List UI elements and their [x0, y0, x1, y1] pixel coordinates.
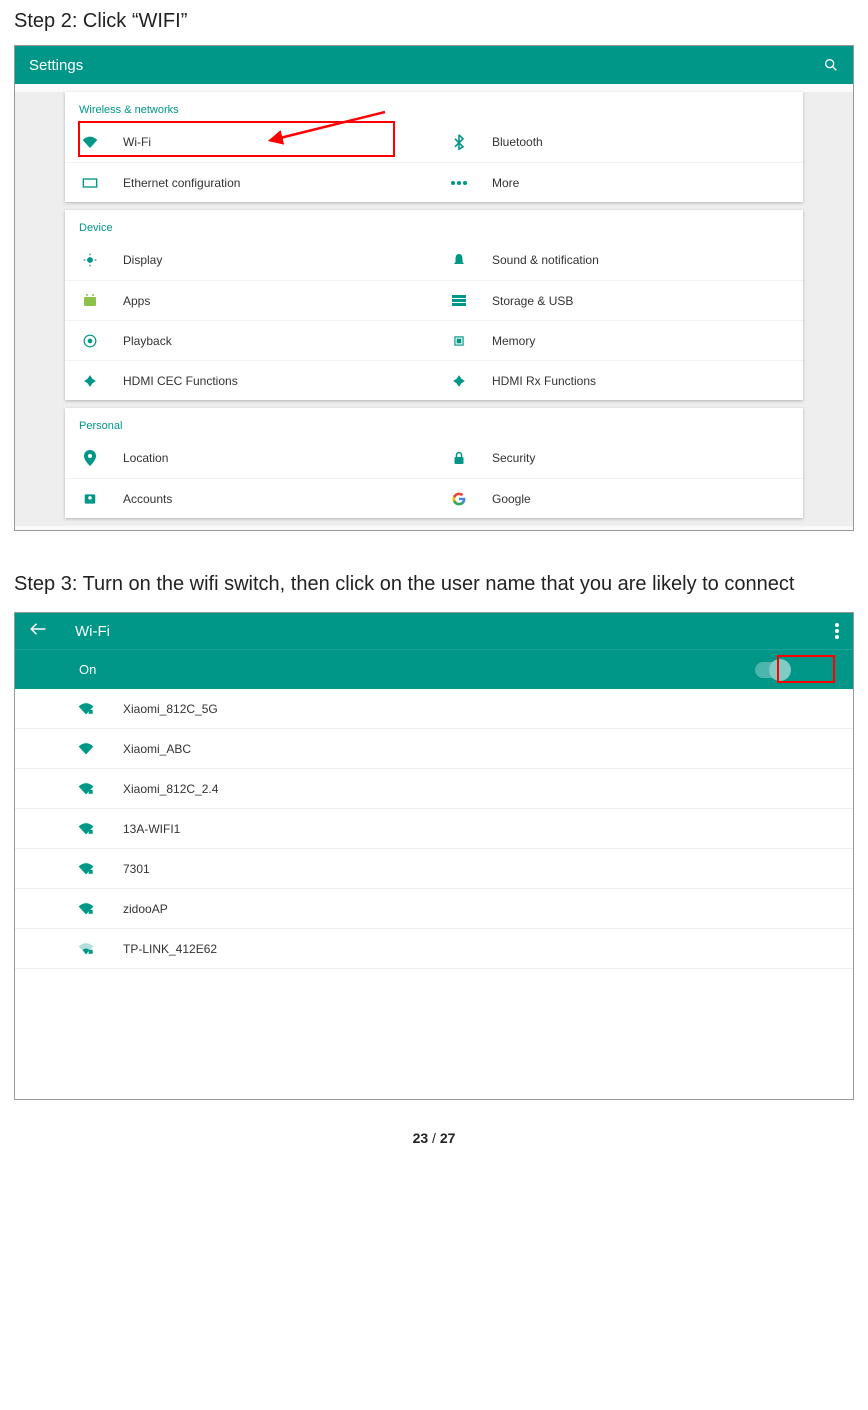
network-item[interactable]: TP-LINK_412E62: [15, 929, 853, 969]
network-item[interactable]: 7301: [15, 849, 853, 889]
display-label: Display: [123, 253, 162, 267]
memory-item[interactable]: Memory: [434, 320, 803, 360]
wifi-label: Wi-Fi: [123, 135, 151, 149]
network-item[interactable]: Xiaomi_812C_2.4: [15, 769, 853, 809]
security-item[interactable]: Security: [434, 438, 803, 478]
bell-icon: [448, 253, 470, 267]
network-name: Xiaomi_ABC: [123, 742, 191, 756]
network-item[interactable]: Xiaomi_ABC: [15, 729, 853, 769]
wifi-app-bar: Wi-Fi: [15, 613, 853, 649]
wifi-screenshot: Wi-Fi On Xiaomi_812C_5G Xiaomi_ABC Xiaom…: [14, 612, 854, 1100]
wifi-secure-icon: [75, 902, 97, 915]
wifi-item[interactable]: Wi-Fi: [65, 122, 434, 162]
network-item[interactable]: Xiaomi_812C_5G: [15, 689, 853, 729]
apps-label: Apps: [123, 294, 150, 308]
google-label: Google: [492, 492, 531, 506]
hdmi-cec-label: HDMI CEC Functions: [123, 374, 238, 388]
location-label: Location: [123, 451, 168, 465]
section-wireless: Wireless & networks: [65, 98, 803, 122]
network-item[interactable]: zidooAP: [15, 889, 853, 929]
display-item[interactable]: Display: [65, 240, 434, 280]
step3-title: Step 3: Turn on the wifi switch, then cl…: [14, 571, 854, 598]
hdmi-rx-item[interactable]: HDMI Rx Functions: [434, 360, 803, 400]
wifi-secure-icon: [75, 862, 97, 875]
apps-icon: [79, 294, 101, 308]
wifi-title: Wi-Fi: [75, 623, 835, 640]
sound-label: Sound & notification: [492, 253, 599, 267]
back-icon[interactable]: [29, 622, 47, 641]
search-icon[interactable]: [823, 57, 839, 73]
wifi-secure-icon: [75, 782, 97, 795]
network-name: Xiaomi_812C_5G: [123, 702, 218, 716]
wifi-secure-icon: [75, 822, 97, 835]
step2-title: Step 2: Click “WIFI”: [14, 10, 854, 33]
settings-title: Settings: [29, 57, 823, 74]
network-name: zidooAP: [123, 902, 168, 916]
lock-icon: [448, 451, 470, 465]
hdmi-rx-label: HDMI Rx Functions: [492, 374, 596, 388]
bluetooth-icon: [448, 134, 470, 150]
display-icon: [79, 253, 101, 267]
wifi-switch[interactable]: [755, 662, 789, 678]
hdmi-cec-item[interactable]: HDMI CEC Functions: [65, 360, 434, 400]
personal-card: Personal Location Accounts: [65, 408, 803, 518]
network-list: Xiaomi_812C_5G Xiaomi_ABC Xiaomi_812C_2.…: [15, 689, 853, 1149]
accounts-item[interactable]: Accounts: [65, 478, 434, 518]
security-label: Security: [492, 451, 535, 465]
accounts-icon: [79, 493, 101, 505]
wifi-secure-icon: [75, 702, 97, 715]
playback-icon: [79, 334, 101, 348]
section-device: Device: [65, 216, 803, 240]
apps-item[interactable]: Apps: [65, 280, 434, 320]
wifi-weak-secure-icon: [75, 942, 97, 955]
google-icon: [448, 492, 470, 506]
settings-screenshot: Settings Wireless & networks Wi-Fi: [14, 45, 854, 531]
sound-item[interactable]: Sound & notification: [434, 240, 803, 280]
ethernet-icon: [79, 177, 101, 189]
network-name: Xiaomi_812C_2.4: [123, 782, 218, 796]
network-item[interactable]: 13A-WIFI1: [15, 809, 853, 849]
location-icon: [79, 450, 101, 466]
device-card: Device Display Apps Playback: [65, 210, 803, 400]
wifi-on-row: On: [15, 649, 853, 689]
network-name: TP-LINK_412E62: [123, 942, 217, 956]
accounts-label: Accounts: [123, 492, 172, 506]
wifi-open-icon: [75, 742, 97, 755]
storage-item[interactable]: Storage & USB: [434, 280, 803, 320]
google-item[interactable]: Google: [434, 478, 803, 518]
network-name: 7301: [123, 862, 150, 876]
ethernet-item[interactable]: Ethernet configuration: [65, 162, 434, 202]
ethernet-label: Ethernet configuration: [123, 176, 240, 190]
hdmi-cec-icon: [79, 374, 101, 388]
more-horizontal-icon: [448, 181, 470, 185]
wireless-card: Wireless & networks Wi-Fi Ethernet confi…: [65, 92, 803, 202]
storage-label: Storage & USB: [492, 294, 573, 308]
memory-label: Memory: [492, 334, 535, 348]
section-personal: Personal: [65, 414, 803, 438]
bluetooth-label: Bluetooth: [492, 135, 543, 149]
more-label: More: [492, 176, 519, 190]
playback-label: Playback: [123, 334, 172, 348]
hdmi-rx-icon: [448, 374, 470, 388]
on-label: On: [79, 662, 755, 677]
memory-icon: [448, 334, 470, 348]
wifi-icon: [79, 136, 101, 148]
settings-app-bar: Settings: [15, 46, 853, 84]
more-vertical-icon[interactable]: [835, 623, 839, 639]
location-item[interactable]: Location: [65, 438, 434, 478]
storage-icon: [448, 295, 470, 307]
network-name: 13A-WIFI1: [123, 822, 180, 836]
bluetooth-item[interactable]: Bluetooth: [434, 122, 803, 162]
playback-item[interactable]: Playback: [65, 320, 434, 360]
more-item[interactable]: More: [434, 162, 803, 202]
